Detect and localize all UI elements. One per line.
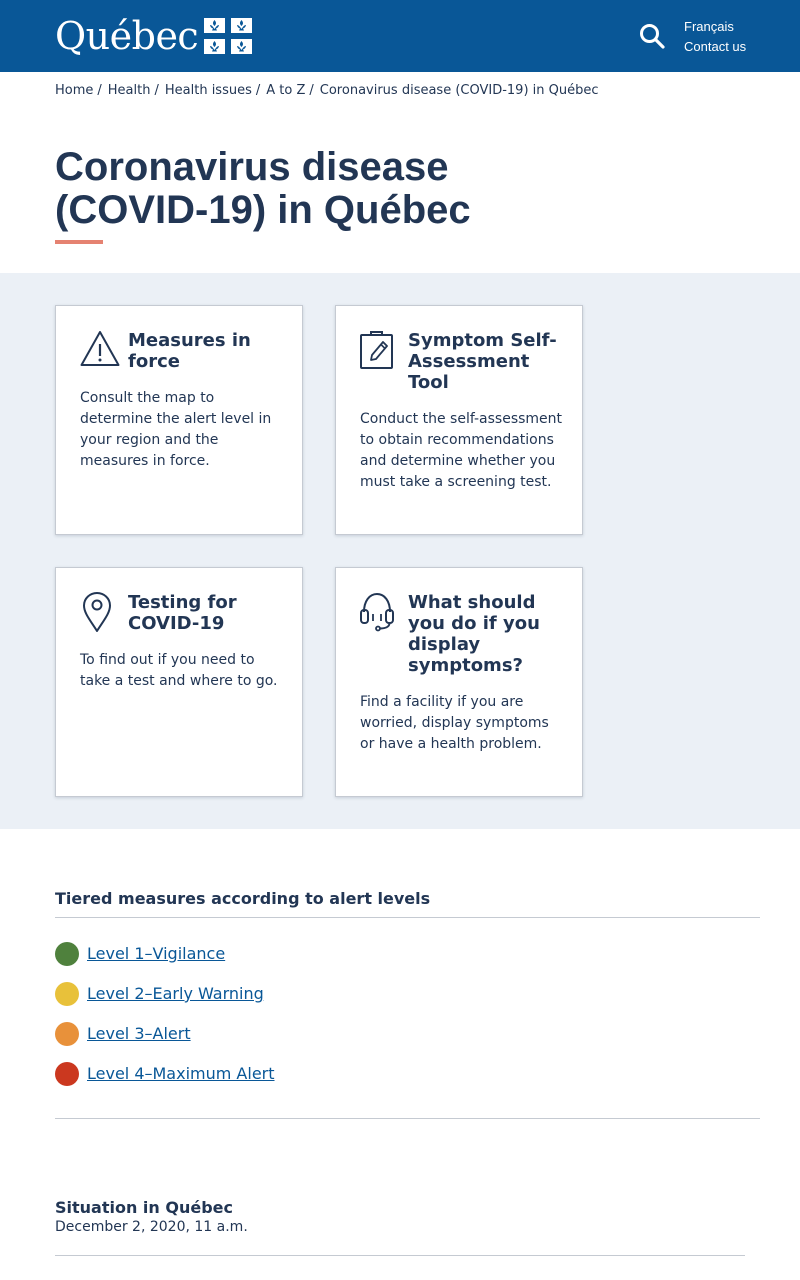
fleur-de-lis-flag-icon (204, 18, 253, 54)
card-what-to-do-symptoms[interactable]: What should you do if you display sympto… (335, 567, 583, 797)
breadcrumb: Home / Health / Health issues / A to Z / Cor… (55, 82, 599, 100)
logo-wordmark: Québec (55, 14, 199, 58)
card-description: To find out if you need to take a test a… (80, 652, 278, 689)
level-1-dot (55, 942, 79, 966)
card-description: Consult the map to determine the alert l… (80, 390, 272, 469)
title-accent-bar (55, 240, 103, 244)
search-icon[interactable] (638, 22, 666, 50)
francais-link[interactable]: Français (684, 17, 746, 37)
breadcrumb-separator: / (255, 83, 261, 98)
level-2-link[interactable]: Level 2–Early Warning (87, 983, 264, 1005)
breadcrumb-separator: / (97, 83, 102, 98)
alert-level-item: Level 3–Alert (55, 1022, 191, 1046)
breadcrumb-current-page: Coronavirus disease (COVID-19) in Québec (319, 83, 599, 98)
alert-levels-heading: Tiered measures according to alert level… (55, 889, 431, 908)
contact-us-link[interactable]: Contact us (684, 37, 746, 57)
breadcrumb-separator: / (154, 83, 159, 98)
card-title: What should you do if you display sympto… (408, 592, 540, 676)
breadcrumb-separator: / (309, 83, 314, 98)
alert-level-item: Level 4–Maximum Alert (55, 1062, 275, 1086)
card-description: Conduct the self-assessment to obtain re… (360, 411, 563, 490)
divider (55, 917, 760, 918)
divider (55, 1118, 760, 1119)
breadcrumb-home[interactable]: Home (55, 82, 93, 100)
alert-level-item: Level 1–Vigilance (55, 942, 225, 966)
quick-links-section: Measures in force Consult the map to det… (0, 273, 800, 829)
card-title: Measures in force (128, 330, 251, 372)
card-testing-for-covid[interactable]: Testing for COVID-19 To find out if you … (55, 567, 303, 797)
card-title: Symptom Self-Assessment Tool (408, 330, 557, 393)
level-3-dot (55, 1022, 79, 1046)
situation-date: December 2, 2020, 11 a.m. (55, 1219, 248, 1235)
situation-heading: Situation in Québec (55, 1198, 234, 1217)
warning-icon (80, 331, 120, 366)
level-3-link[interactable]: Level 3–Alert (87, 1023, 191, 1045)
level-1-link[interactable]: Level 1–Vigilance (87, 943, 225, 965)
quebec-logo[interactable]: Québec (55, 14, 253, 58)
alert-level-item: Level 2–Early Warning (55, 982, 264, 1006)
level-4-link[interactable]: Level 4–Maximum Alert (87, 1063, 275, 1085)
site-header: Québec Français Contact us (0, 0, 800, 72)
map-pin-icon (83, 592, 111, 632)
card-description: Find a facility if you are worried, disp… (360, 694, 549, 752)
breadcrumb-health-issues[interactable]: Health issues (165, 82, 252, 100)
breadcrumb-a-to-z[interactable]: A to Z (266, 82, 305, 100)
level-4-dot (55, 1062, 79, 1086)
headset-icon (360, 592, 394, 632)
card-symptom-self-assessment[interactable]: Symptom Self-Assessment Tool Conduct the… (335, 305, 583, 535)
breadcrumb-health[interactable]: Health (108, 82, 151, 100)
card-title: Testing for COVID-19 (128, 592, 237, 634)
clipboard-pen-icon (360, 331, 393, 369)
page-title: Coronavirus disease (COVID-19) in Québec (55, 145, 471, 232)
level-2-dot (55, 982, 79, 1006)
header-links: Français Contact us (684, 17, 746, 57)
card-measures-in-force[interactable]: Measures in force Consult the map to det… (55, 305, 303, 535)
divider (55, 1255, 745, 1256)
